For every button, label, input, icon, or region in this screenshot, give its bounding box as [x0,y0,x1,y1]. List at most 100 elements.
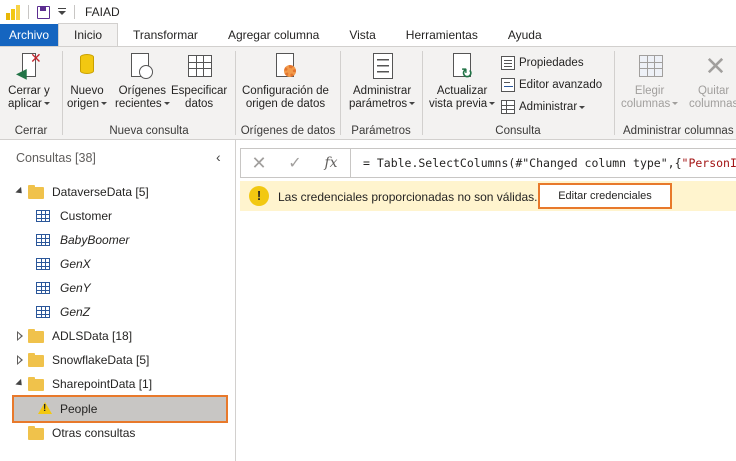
query-group-otras[interactable]: Otras consultas [0,422,236,444]
query-item-genz[interactable]: GenZ [0,301,236,323]
query-item-customer[interactable]: Customer [0,205,236,227]
group-origenes: Configuración de origen de datos Orígenes… [236,47,340,140]
enter-data-label-1: Especificar [171,85,228,97]
manage-parameters-label-2: parámetros [349,98,408,110]
folder-icon [28,329,44,343]
query-group-label: Otras consultas [52,426,136,440]
query-item-label: GenX [60,257,91,271]
warning-message: Las credenciales proporcionadas no son v… [278,190,538,204]
expand-down-icon[interactable] [15,378,25,389]
tab-inicio[interactable]: Inicio [58,23,119,46]
quick-access-dropdown-icon[interactable] [58,8,66,15]
edit-credentials-button[interactable]: Editar credenciales [538,183,672,209]
advanced-editor-label: Editor avanzado [519,79,603,91]
table-icon [36,282,50,294]
new-source-button[interactable]: Nuevo origen [67,51,107,111]
manage-icon [501,100,515,114]
manage-parameters-label-1: Administrar [353,85,412,97]
credentials-warning-bar: ! Las credenciales proporcionadas no son… [240,181,736,211]
refresh-preview-label-1: Actualizar [436,85,488,97]
group-label-nueva-consulta: Nueva consulta [109,125,189,137]
properties-icon [501,56,515,70]
query-group-label: SharepointData [1] [52,377,153,391]
formula-bar: ✕ ✓ fx = Table.SelectColumns(#"Changed c… [240,148,736,178]
folder-icon [28,377,44,391]
advanced-editor-button[interactable]: Editor avanzado [501,75,602,95]
remove-columns-label-1: Quitar [697,85,730,97]
tab-herramientas[interactable]: Herramientas [391,24,493,46]
group-label-parametros: Parámetros [351,125,411,137]
expand-right-icon[interactable] [17,331,23,341]
expand-down-icon[interactable] [15,186,25,197]
new-source-label-1: Nuevo [70,85,104,97]
tab-ayuda[interactable]: Ayuda [493,24,557,46]
table-icon [36,258,50,270]
remove-columns-button[interactable]: ✕ Quitar columnas [689,51,736,111]
tab-transformar[interactable]: Transformar [118,24,213,46]
query-group-snowflake[interactable]: SnowflakeData [5] [0,349,236,371]
choose-columns-label-1: Elegir [634,85,665,97]
group-label-consulta: Consulta [495,125,541,137]
choose-columns-icon [635,51,665,83]
tab-vista[interactable]: Vista [334,24,390,46]
formula-input[interactable]: = Table.SelectColumns(#"Changed column t… [363,156,736,170]
query-item-label: GenY [60,281,91,295]
query-group-label: ADLSData [18] [52,329,133,343]
manage-query-label: Administrar [519,101,578,113]
title-separator [28,5,29,19]
recent-sources-label-2: recientes [115,98,162,110]
data-source-settings-button[interactable]: Configuración de origen de datos [242,51,329,111]
query-group-dataverse[interactable]: DataverseData [5] [0,181,236,203]
tab-agregar-columna[interactable]: Agregar columna [213,24,334,46]
query-item-label: Customer [60,209,113,223]
enter-data-icon [184,51,214,83]
properties-button[interactable]: Propiedades [501,53,584,73]
group-cerrar: ✕ ◀ Cerrar y aplicar Cerrar [0,47,62,140]
refresh-preview-icon: ↻ [447,51,477,83]
fx-icon[interactable]: fx [313,155,349,171]
check-icon[interactable]: ✓ [277,153,313,173]
expand-right-icon[interactable] [17,355,23,365]
query-item-people[interactable]: People [12,395,228,423]
group-label-cerrar: Cerrar [14,125,48,137]
new-source-label-2: origen [67,98,99,110]
formula-bar-buttons: ✕ ✓ fx [241,149,351,177]
collapse-pane-icon[interactable]: ‹ [216,149,221,165]
folder-icon [28,426,44,440]
query-group-adls[interactable]: ADLSData [18] [0,325,236,347]
cancel-icon[interactable]: ✕ [241,153,277,174]
warning-icon [38,402,52,414]
window-title: FAIAD [85,5,120,19]
group-consulta: ↻ Actualizar vista previa Propiedades Edi… [423,47,613,140]
query-item-label: People [60,402,98,416]
data-source-settings-icon [270,51,300,83]
refresh-preview-button[interactable]: ↻ Actualizar vista previa [429,51,496,111]
properties-label: Propiedades [519,57,584,69]
query-item-label: BabyBoomer [60,233,130,247]
manage-query-button[interactable]: Administrar [501,97,586,117]
ribbon-tabs: Archivo Inicio Transformar Agregar colum… [0,23,736,46]
formula-mid: ,{ [667,156,682,170]
enter-data-button[interactable]: Especificar datos [171,51,227,111]
choose-columns-label-2: columnas [621,98,671,110]
tab-archivo[interactable]: Archivo [0,24,59,46]
recent-sources-button[interactable]: Orígenes recientes [115,51,170,111]
table-icon [36,210,50,222]
data-source-settings-label-1: Configuración de [242,85,329,97]
refresh-preview-label-2: vista previa [429,98,488,110]
table-icon [36,234,50,246]
recent-sources-icon [127,51,157,83]
title-bar: FAIAD [0,0,736,24]
query-group-sharepoint[interactable]: SharepointData [1] [0,373,236,395]
save-icon[interactable] [37,5,50,19]
manage-parameters-button[interactable]: Administrar parámetros [349,51,416,111]
close-apply-button[interactable]: ✕ ◀ Cerrar y aplicar [8,51,50,111]
query-item-genx[interactable]: GenX [0,253,236,275]
choose-columns-button[interactable]: Elegir columnas [621,51,679,111]
remove-columns-icon: ✕ [704,51,727,81]
query-item-babyboomer[interactable]: BabyBoomer [0,229,236,251]
query-item-geny[interactable]: GenY [0,277,236,299]
group-parametros: Administrar parámetros Parámetros [341,47,421,140]
edit-credentials-label: Editar credenciales [558,190,652,202]
power-bi-logo [6,4,20,20]
